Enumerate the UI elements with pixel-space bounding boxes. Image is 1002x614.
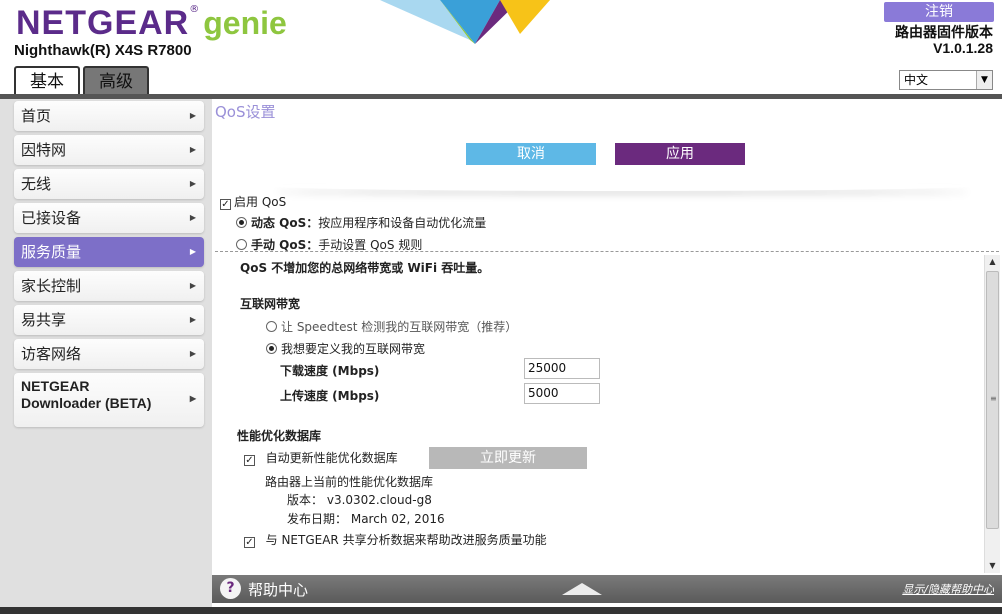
speedtest-option-row: 让 Speedtest 检测我的互联网带宽（推荐） bbox=[266, 318, 517, 335]
current-database-label: 路由器上当前的性能优化数据库 bbox=[265, 475, 434, 489]
help-center-bar[interactable]: ? 帮助中心 显示/隐藏帮助中心 bbox=[212, 575, 1002, 603]
download-speed-input[interactable]: 25000 bbox=[524, 358, 600, 379]
enable-qos-checkbox[interactable]: ✓ bbox=[220, 199, 231, 210]
apply-button[interactable]: 应用 bbox=[615, 143, 745, 165]
database-date-value: March 02, 2016 bbox=[350, 512, 445, 526]
sidebar-item-label: 首页 bbox=[21, 107, 52, 125]
footer-bar bbox=[0, 607, 1002, 614]
sidebar-item-parental-controls[interactable]: 家长控制 ▶ bbox=[14, 271, 204, 301]
dashed-divider bbox=[215, 251, 999, 252]
section-divider-shadow bbox=[272, 181, 972, 191]
sidebar-item-label: 因特网 bbox=[21, 141, 67, 159]
vertical-scrollbar[interactable]: ▲ ≡ ▼ bbox=[984, 255, 1000, 573]
share-analytics-checkbox[interactable]: ✓ bbox=[244, 537, 255, 548]
sidebar-item-label: 服务质量 bbox=[21, 243, 82, 261]
main-content: QoS设置 取消 应用 ✓ 启用 QoS 动态 QoS：按应用程序和设备自动优化流… bbox=[212, 99, 1002, 614]
language-selected-value: 中文 bbox=[904, 73, 929, 87]
scrollbar-thumb[interactable]: ≡ bbox=[986, 271, 999, 529]
sidebar-item-readyshare[interactable]: 易共享 ▶ bbox=[14, 305, 204, 335]
qos-note: QoS 不增加您的总网络带宽或 WiFi 吞吐量。 bbox=[240, 261, 490, 275]
sidebar-item-guest-network[interactable]: 访客网络 ▶ bbox=[14, 339, 204, 369]
chevron-right-icon: ▶ bbox=[189, 111, 196, 120]
custom-bandwidth-label: 我想要定义我的互联网带宽 bbox=[281, 342, 426, 356]
manual-qos-radio[interactable] bbox=[236, 239, 247, 250]
enable-qos-row: ✓ 启用 QoS bbox=[220, 193, 286, 210]
speedtest-option-label: 让 Speedtest 检测我的互联网带宽（推荐） bbox=[281, 320, 518, 334]
chevron-right-icon: ▶ bbox=[189, 179, 196, 188]
sidebar-item-label: 无线 bbox=[21, 175, 52, 193]
sidebar-item-home[interactable]: 首页 ▶ bbox=[14, 101, 204, 131]
upload-speed-label: 上传速度 (Mbps) bbox=[280, 389, 380, 403]
share-analytics-row: ✓ 与 NETGEAR 共享分析数据来帮助改进服务质量功能 bbox=[244, 531, 547, 548]
chevron-right-icon: ▶ bbox=[189, 247, 196, 256]
chevron-right-icon: ▶ bbox=[189, 315, 196, 324]
auto-update-checkbox[interactable]: ✓ bbox=[244, 455, 255, 466]
sidebar-nav: 首页 ▶ 因特网 ▶ 无线 ▶ 已接设备 ▶ 服务质量 ▶ 家长控制 ▶ 易共享 ▶ 访客网络… bbox=[0, 99, 212, 614]
share-analytics-label: 与 NETGEAR 共享分析数据来帮助改进服务质量功能 bbox=[265, 533, 547, 547]
chevron-right-icon: ▶ bbox=[189, 349, 196, 358]
scroll-up-arrow-icon[interactable]: ▲ bbox=[985, 255, 1000, 269]
firmware-version-value: V1.0.1.28 bbox=[933, 40, 993, 56]
manual-qos-title: 手动 QoS： bbox=[251, 238, 319, 252]
manual-qos-description: 手动设置 QoS 规则 bbox=[318, 238, 423, 252]
custom-bandwidth-radio[interactable] bbox=[266, 343, 277, 354]
dynamic-qos-row: 动态 QoS：按应用程序和设备自动优化流量 bbox=[236, 214, 486, 231]
database-version-value: v3.0302.cloud-g8 bbox=[326, 493, 432, 507]
database-version-label: 版本： bbox=[287, 493, 324, 507]
scroll-down-arrow-icon[interactable]: ▼ bbox=[985, 559, 1000, 573]
speedtest-radio[interactable] bbox=[266, 321, 277, 332]
auto-update-row: ✓ 自动更新性能优化数据库 bbox=[244, 449, 398, 466]
chevron-down-icon[interactable]: ▼ bbox=[976, 71, 992, 89]
chevron-right-icon: ▶ bbox=[189, 281, 196, 290]
tab-advanced[interactable]: 高级 bbox=[83, 66, 149, 96]
sidebar-item-label: NETGEAR bbox=[21, 378, 90, 394]
expand-up-arrow-icon[interactable] bbox=[562, 583, 602, 595]
sidebar-item-label: 易共享 bbox=[21, 311, 67, 329]
auto-update-label: 自动更新性能优化数据库 bbox=[265, 451, 398, 465]
chevron-right-icon: ▶ bbox=[189, 145, 196, 154]
dynamic-qos-description: 按应用程序和设备自动优化流量 bbox=[318, 216, 487, 230]
sidebar-item-internet[interactable]: 因特网 ▶ bbox=[14, 135, 204, 165]
database-date-row: 发布日期： March 02, 2016 bbox=[287, 510, 445, 527]
help-question-icon: ? bbox=[220, 578, 241, 599]
bandwidth-heading: 互联网带宽 bbox=[240, 297, 301, 311]
chevron-right-icon: ▶ bbox=[189, 394, 196, 403]
custom-bandwidth-row: 我想要定义我的互联网带宽 bbox=[266, 340, 425, 357]
dynamic-qos-radio[interactable] bbox=[236, 217, 247, 228]
decorative-banner-graphic bbox=[380, 0, 550, 44]
product-name: genie bbox=[203, 5, 287, 41]
sidebar-item-downloader[interactable]: NETGEAR Downloader (BETA) ▶ bbox=[14, 373, 204, 427]
logout-button[interactable]: 注销 bbox=[884, 2, 994, 22]
help-center-label: 帮助中心 bbox=[248, 581, 309, 599]
firmware-version-label: 路由器固件版本 bbox=[895, 25, 993, 41]
update-now-button[interactable]: 立即更新 bbox=[429, 447, 587, 469]
cancel-button[interactable]: 取消 bbox=[466, 143, 596, 165]
netgear-genie-logo: NETGEAR® genie bbox=[16, 4, 287, 43]
database-version-row: 版本： v3.0302.cloud-g8 bbox=[287, 491, 432, 508]
brand-name: NETGEAR bbox=[16, 4, 190, 42]
enable-qos-label: 启用 QoS bbox=[234, 195, 287, 209]
chevron-right-icon: ▶ bbox=[189, 213, 196, 222]
sidebar-item-label: Downloader (BETA) bbox=[21, 395, 152, 411]
scrollbar-grip-icon: ≡ bbox=[990, 394, 997, 403]
registered-mark: ® bbox=[189, 4, 200, 15]
database-date-label: 发布日期： bbox=[287, 512, 348, 526]
sidebar-item-wireless[interactable]: 无线 ▶ bbox=[14, 169, 204, 199]
sidebar-item-label: 已接设备 bbox=[21, 209, 82, 227]
sidebar-item-label: 家长控制 bbox=[21, 277, 82, 295]
router-model: Nighthawk(R) X4S R7800 bbox=[14, 42, 192, 59]
download-speed-label: 下载速度 (Mbps) bbox=[280, 364, 380, 378]
language-select[interactable]: 中文 ▼ bbox=[899, 70, 993, 90]
sidebar-item-qos[interactable]: 服务质量 ▶ bbox=[14, 237, 204, 267]
upload-speed-input[interactable]: 5000 bbox=[524, 383, 600, 404]
sidebar-item-attached-devices[interactable]: 已接设备 ▶ bbox=[14, 203, 204, 233]
database-heading: 性能优化数据库 bbox=[237, 429, 322, 443]
dynamic-qos-title: 动态 QoS： bbox=[251, 216, 319, 230]
qos-settings-scroll-area[interactable]: QoS 不增加您的总网络带宽或 WiFi 吞吐量。 互联网带宽 让 Speedt… bbox=[215, 253, 983, 575]
toggle-help-center-link[interactable]: 显示/隐藏帮助中心 bbox=[902, 581, 994, 597]
page-title: QoS设置 bbox=[215, 103, 276, 121]
sidebar-item-label: 访客网络 bbox=[21, 345, 82, 363]
tab-basic[interactable]: 基本 bbox=[14, 66, 80, 96]
